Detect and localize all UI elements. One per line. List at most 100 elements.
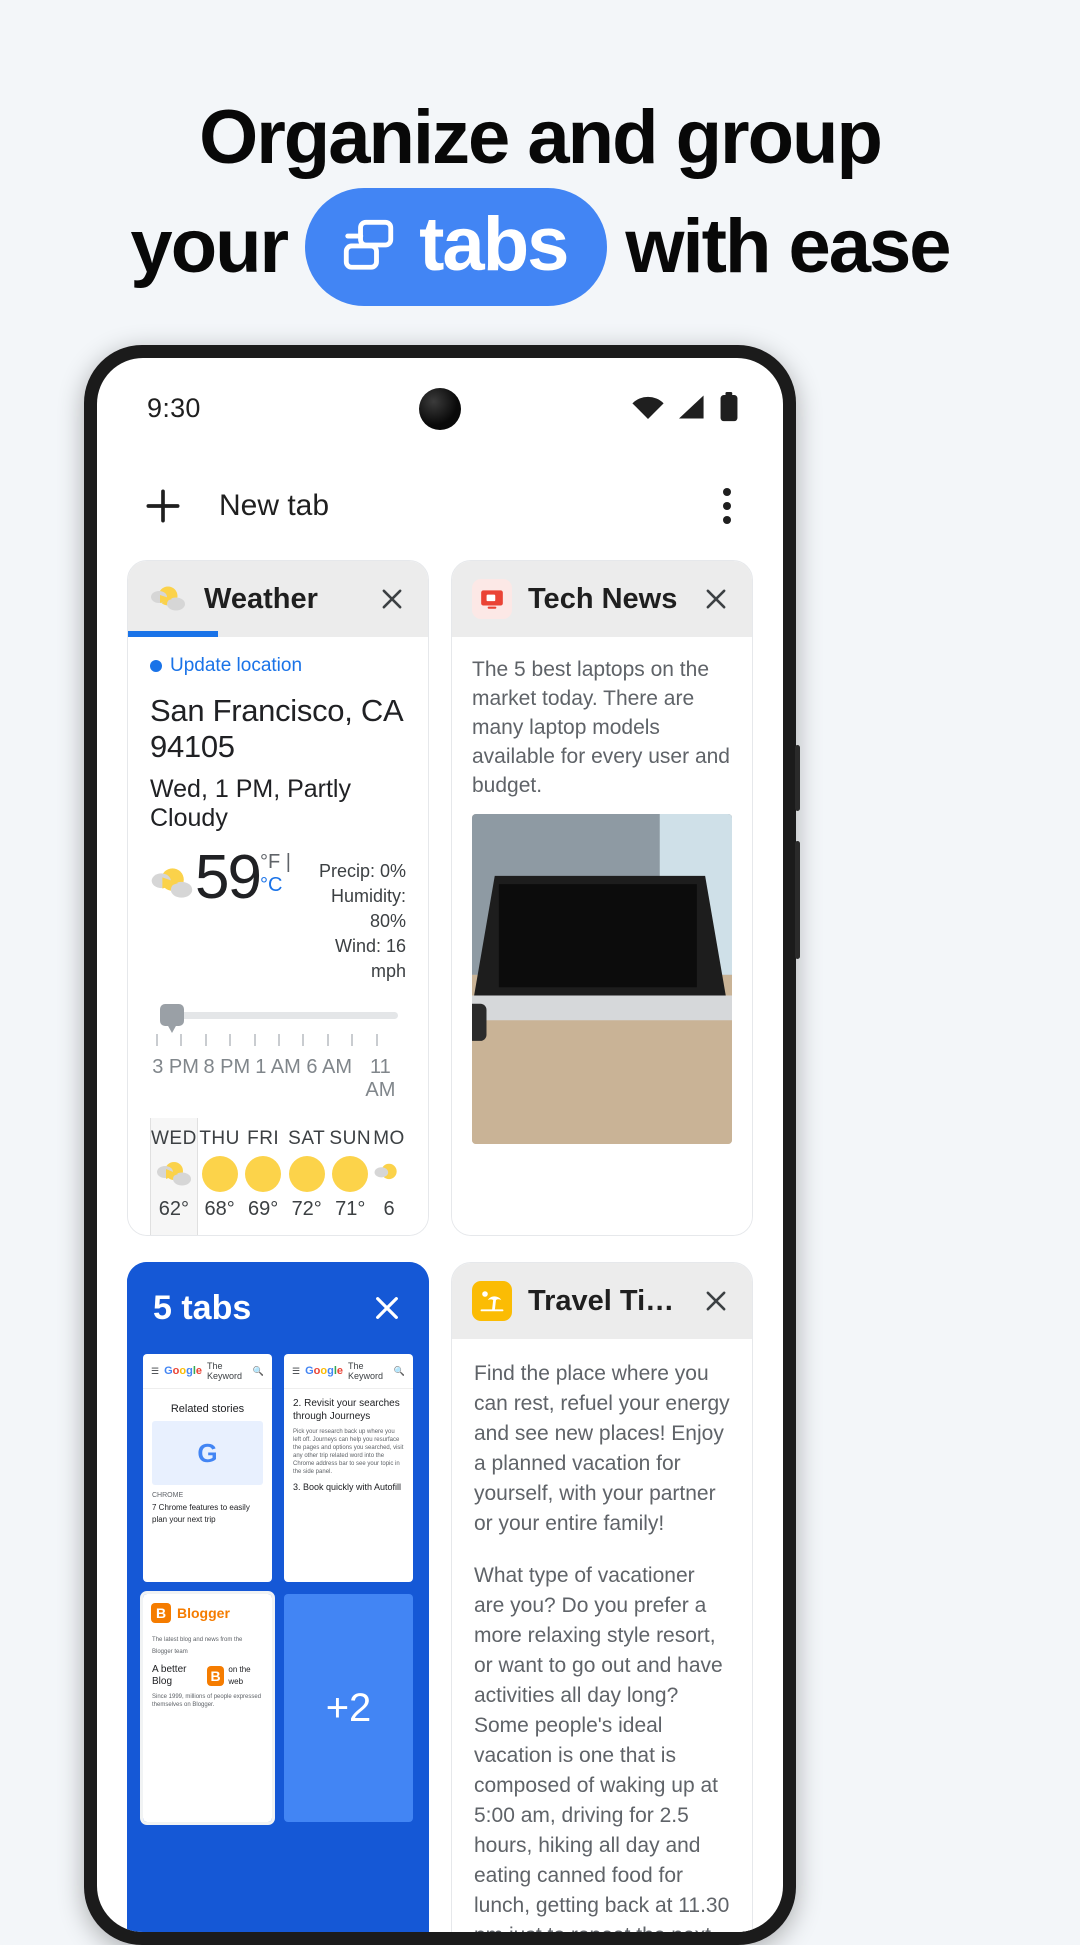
sunny-icon <box>288 1156 325 1192</box>
tabs-icon <box>343 219 394 270</box>
battery-icon <box>720 392 738 422</box>
tab-thumbnail[interactable]: ☰ Google The Keyword 🔍 Related stories G… <box>143 1354 272 1582</box>
front-camera-punchhole <box>419 388 461 430</box>
unit-celsius: °C <box>260 874 283 896</box>
site-name: The latest blog and news from the Blogge… <box>152 1637 243 1655</box>
slider-ticks <box>150 1034 406 1046</box>
close-icon[interactable] <box>365 1286 409 1330</box>
thumbnail-line-2: 7 Chrome features to easily plan your ne… <box>152 1503 250 1524</box>
forecast-day-name: THU <box>199 1128 240 1149</box>
headline-line-2-after: with ease <box>625 204 951 289</box>
forecast-day-name: SUN <box>329 1128 372 1149</box>
thumbnail-line-1: Pick your research back up where you lef… <box>293 1429 404 1475</box>
status-clock: 9:30 <box>147 392 201 423</box>
new-tab-label[interactable]: New tab <box>219 489 329 523</box>
forecast-day-icon <box>285 1150 329 1198</box>
tab-card-travel-tips[interactable]: Travel Tips Find the place where you can… <box>451 1262 753 1932</box>
thumbnail-heading: A better Blog <box>152 1664 187 1687</box>
hour-label: 11 AM <box>365 1056 396 1101</box>
slider-handle[interactable] <box>160 1004 184 1033</box>
sunny-icon <box>332 1156 369 1192</box>
forecast-day-icon <box>372 1150 406 1198</box>
weather-content: Update location San Francisco, CA 94105 … <box>128 637 428 1235</box>
update-location-label: Update location <box>170 655 303 676</box>
page-load-progress <box>128 631 218 637</box>
tab-group-overflow-count[interactable]: +2 <box>284 1594 413 1822</box>
forecast-day-temp: 71° <box>335 1198 366 1220</box>
new-tab-button[interactable] <box>133 476 193 536</box>
phone-screen: 9:30 New tab Weather Update location San… <box>97 358 783 1932</box>
tab-card-title: Tech News <box>528 582 678 615</box>
forecast-day-temp: 6 <box>383 1198 395 1220</box>
forecast-day[interactable]: SUN 71° <box>328 1118 372 1235</box>
forecast-day[interactable]: SAT 72° <box>285 1118 329 1235</box>
travel-palm-icon <box>472 1281 512 1321</box>
tab-grid: Weather Update location San Francisco, C… <box>97 554 783 1932</box>
weather-temperature: 59 <box>195 843 262 912</box>
close-icon[interactable] <box>370 577 414 621</box>
thumbnail-line-1: CHROME <box>152 1492 184 1499</box>
tab-group-card[interactable]: 5 tabs ☰ Google The Keyword 🔍 Related st… <box>127 1262 429 1932</box>
travel-paragraph: What type of vacationer are you? Do you … <box>474 1564 730 1932</box>
sunny-icon <box>245 1156 282 1192</box>
blogger-icon: B <box>151 1603 171 1623</box>
weather-time-slider[interactable] <box>150 1004 406 1033</box>
tab-group-title: 5 tabs <box>153 1288 252 1327</box>
hour-label: 6 AM <box>306 1056 352 1078</box>
weather-subtitle: Wed, 1 PM, Partly Cloudy <box>150 775 351 832</box>
update-location-link[interactable]: Update location <box>150 655 406 677</box>
forecast-day[interactable]: MO 6 <box>372 1118 406 1235</box>
menu-icon: ☰ <box>292 1365 301 1376</box>
tab-card-weather[interactable]: Weather Update location San Francisco, C… <box>127 560 429 1236</box>
forecast-day[interactable]: FRI 69° <box>241 1118 285 1235</box>
forecast-day[interactable]: THU 68° <box>198 1118 242 1235</box>
thumbnail-line-2: on the web <box>228 1665 251 1686</box>
travel-paragraph: Find the place where you can rest, refue… <box>474 1362 730 1535</box>
tab-group-thumbnails: ☰ Google The Keyword 🔍 Related stories G… <box>127 1354 429 1838</box>
status-icons <box>631 392 739 422</box>
weather-current: 59 °F | °C Precip: 0% Humidity: 80% Wind… <box>150 847 406 984</box>
thumbnail-topbar: ☰ Google The Keyword 🔍 <box>143 1354 272 1389</box>
search-icon: 🔍 <box>393 1365 405 1376</box>
forecast-day-temp: 62° <box>158 1198 190 1220</box>
search-icon: 🔍 <box>252 1365 264 1376</box>
tab-thumbnail[interactable]: B Blogger The latest blog and news from … <box>140 1591 275 1825</box>
tab-switcher-toolbar: New tab <box>97 458 783 554</box>
tab-card-header: Weather <box>128 561 428 637</box>
weather-humidity: Humidity: 80% <box>330 886 406 931</box>
tab-card-header: Travel Tips <box>452 1263 752 1339</box>
forecast-day-temp: 72° <box>291 1198 322 1220</box>
close-icon[interactable] <box>694 577 738 621</box>
weather-wind: Wind: 16 mph <box>334 936 406 981</box>
more-vertical-icon[interactable] <box>713 480 741 532</box>
thumbnail-line-2: 3. Book quickly with Autofill <box>293 1482 402 1492</box>
tab-card-title: Weather <box>204 582 318 615</box>
unit-separator: | <box>285 851 291 873</box>
headline-line-2: your tabs with ease <box>0 188 1080 306</box>
tabs-pill-label: tabs <box>419 202 569 287</box>
thumbnail-body: 2. Revisit your searches through Journey… <box>284 1389 413 1501</box>
tab-thumbnail[interactable]: ☰ Google The Keyword 🔍 2. Revisit your s… <box>284 1354 413 1582</box>
plus-icon <box>146 489 180 523</box>
hour-label: 8 PM <box>203 1056 251 1078</box>
headline-line-2-before: your <box>130 204 289 289</box>
tab-card-header: Tech News <box>452 561 752 637</box>
site-name: The Keyword <box>348 1361 384 1381</box>
weather-unit-toggle[interactable]: °F | °C <box>260 851 309 897</box>
thumbnail-image: G <box>152 1421 263 1485</box>
weather-stats: Precip: 0% Humidity: 80% Wind: 16 mph <box>309 847 406 984</box>
sunny-icon <box>201 1156 238 1192</box>
hour-label: 3 PM <box>152 1056 199 1078</box>
tab-card-tech-news[interactable]: Tech News The 5 best laptops on the mark… <box>451 560 753 1236</box>
tab-card-title: Travel Tips <box>528 1284 678 1317</box>
site-brand: Blogger <box>177 1605 230 1621</box>
forecast-day-icon <box>198 1150 242 1198</box>
forecast-day[interactable]: WED 62° <box>150 1118 198 1235</box>
forecast-day-icon <box>328 1150 372 1198</box>
close-icon[interactable] <box>694 1279 738 1323</box>
thumbnail-heading: 2. Revisit your searches through Journey… <box>293 1398 400 1422</box>
forecast-day-temp: 68° <box>204 1198 235 1220</box>
promo-headline: Organize and group your tabs with ease <box>0 0 1080 306</box>
weather-precip: Precip: 0% <box>318 861 406 881</box>
tab-group-header: 5 tabs <box>127 1262 429 1354</box>
